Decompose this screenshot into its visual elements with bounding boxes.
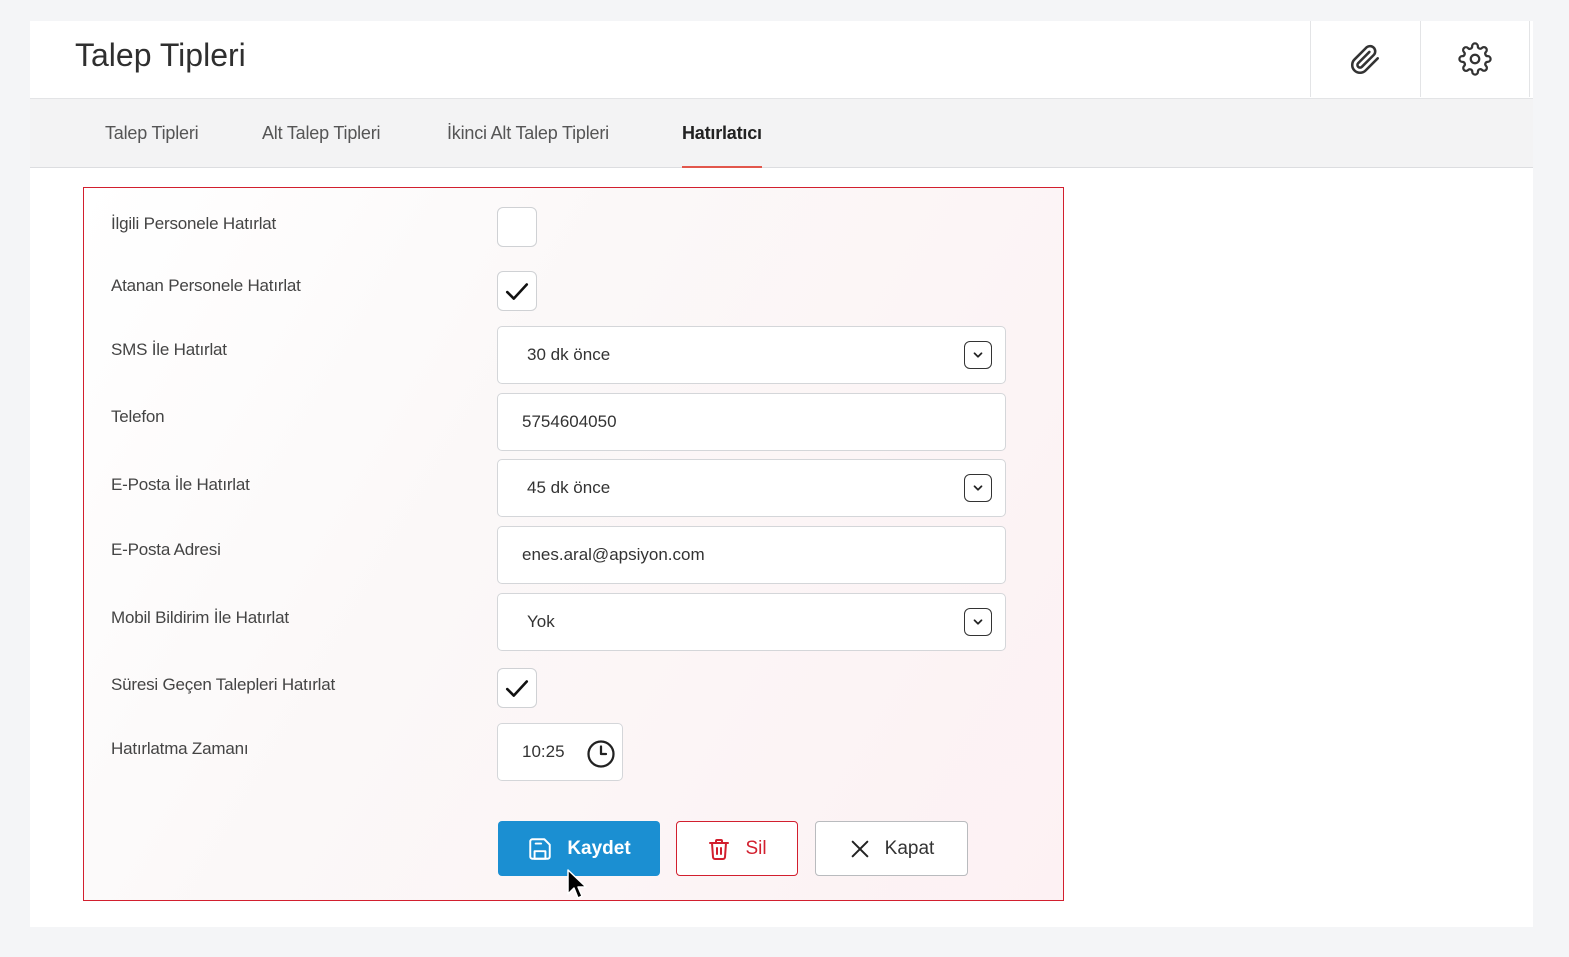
gear-icon — [1458, 42, 1492, 76]
email-address-input-value: enes.aral@apsiyon.com — [522, 545, 705, 564]
save-button-label: Kaydet — [567, 837, 631, 859]
tab-hatirlatici[interactable]: Hatırlatıcı — [682, 99, 762, 168]
checkmark-icon — [505, 680, 529, 697]
overdue-label: Süresi Geçen Talepleri Hatırlat — [111, 675, 336, 694]
phone-label: Telefon — [111, 407, 165, 426]
paperclip-icon — [1350, 44, 1380, 75]
delete-button[interactable]: Sil — [676, 821, 798, 876]
mobile-select-value: Yok — [527, 612, 555, 631]
email-remind-label: E-Posta İle Hatırlat — [111, 475, 250, 494]
close-button-label: Kapat — [884, 837, 935, 859]
tab-alt-talep-tipleri[interactable]: Alt Talep Tipleri — [262, 99, 381, 167]
page-header: Talep Tipleri — [30, 21, 1533, 99]
time-input-value: 10:25 — [522, 742, 565, 761]
mobile-select[interactable]: Yok — [497, 593, 1006, 651]
chevron-down-icon — [964, 341, 992, 369]
tab-talep-tipleri[interactable]: Talep Tipleri — [105, 99, 199, 167]
sms-label: SMS İle Hatırlat — [111, 340, 227, 359]
assigned-staff-label: Atanan Personele Hatırlat — [111, 276, 301, 295]
email-address-input[interactable]: enes.aral@apsiyon.com — [497, 526, 1006, 584]
time-label: Hatırlatma Zamanı — [111, 739, 249, 758]
related-staff-checkbox[interactable] — [497, 207, 537, 247]
phone-input-value: 5754604050 — [522, 412, 617, 431]
sms-select-value: 30 dk önce — [527, 345, 611, 364]
overdue-checkbox[interactable] — [497, 668, 537, 708]
chevron-down-icon — [964, 474, 992, 502]
attach-button[interactable] — [1310, 21, 1419, 97]
delete-button-label: Sil — [745, 837, 767, 859]
mouse-cursor-icon — [567, 869, 587, 899]
email-address-label: E-Posta Adresi — [111, 540, 221, 559]
mobile-label: Mobil Bildirim İle Hatırlat — [111, 608, 289, 627]
save-icon — [529, 837, 552, 860]
tab-ikinci-alt-talep-tipleri[interactable]: İkinci Alt Talep Tipleri — [447, 99, 609, 167]
email-remind-select[interactable]: 45 dk önce — [497, 459, 1006, 517]
close-button[interactable]: Kapat — [815, 821, 968, 876]
clock-icon — [587, 740, 615, 768]
page-title: Talep Tipleri — [75, 37, 246, 73]
phone-input[interactable]: 5754604050 — [497, 393, 1006, 451]
close-icon — [851, 840, 869, 857]
email-remind-select-value: 45 dk önce — [527, 478, 611, 497]
trash-icon — [709, 838, 730, 860]
time-input[interactable]: 10:25 — [497, 723, 623, 781]
chevron-down-icon — [964, 608, 992, 636]
related-staff-label: İlgili Personele Hatırlat — [111, 214, 277, 233]
sms-select[interactable]: 30 dk önce — [497, 326, 1006, 384]
checkmark-icon — [505, 283, 529, 300]
reminder-form: İlgili Personele Hatırlat Atanan Persone… — [83, 187, 1064, 901]
settings-button[interactable] — [1420, 21, 1530, 97]
assigned-staff-checkbox[interactable] — [497, 271, 537, 311]
tab-bar: Talep Tipleri Alt Talep Tipleri İkinci A… — [30, 99, 1533, 168]
main-card: Talep Tipleri Talep Tipleri Alt Talep Ti… — [30, 21, 1533, 927]
